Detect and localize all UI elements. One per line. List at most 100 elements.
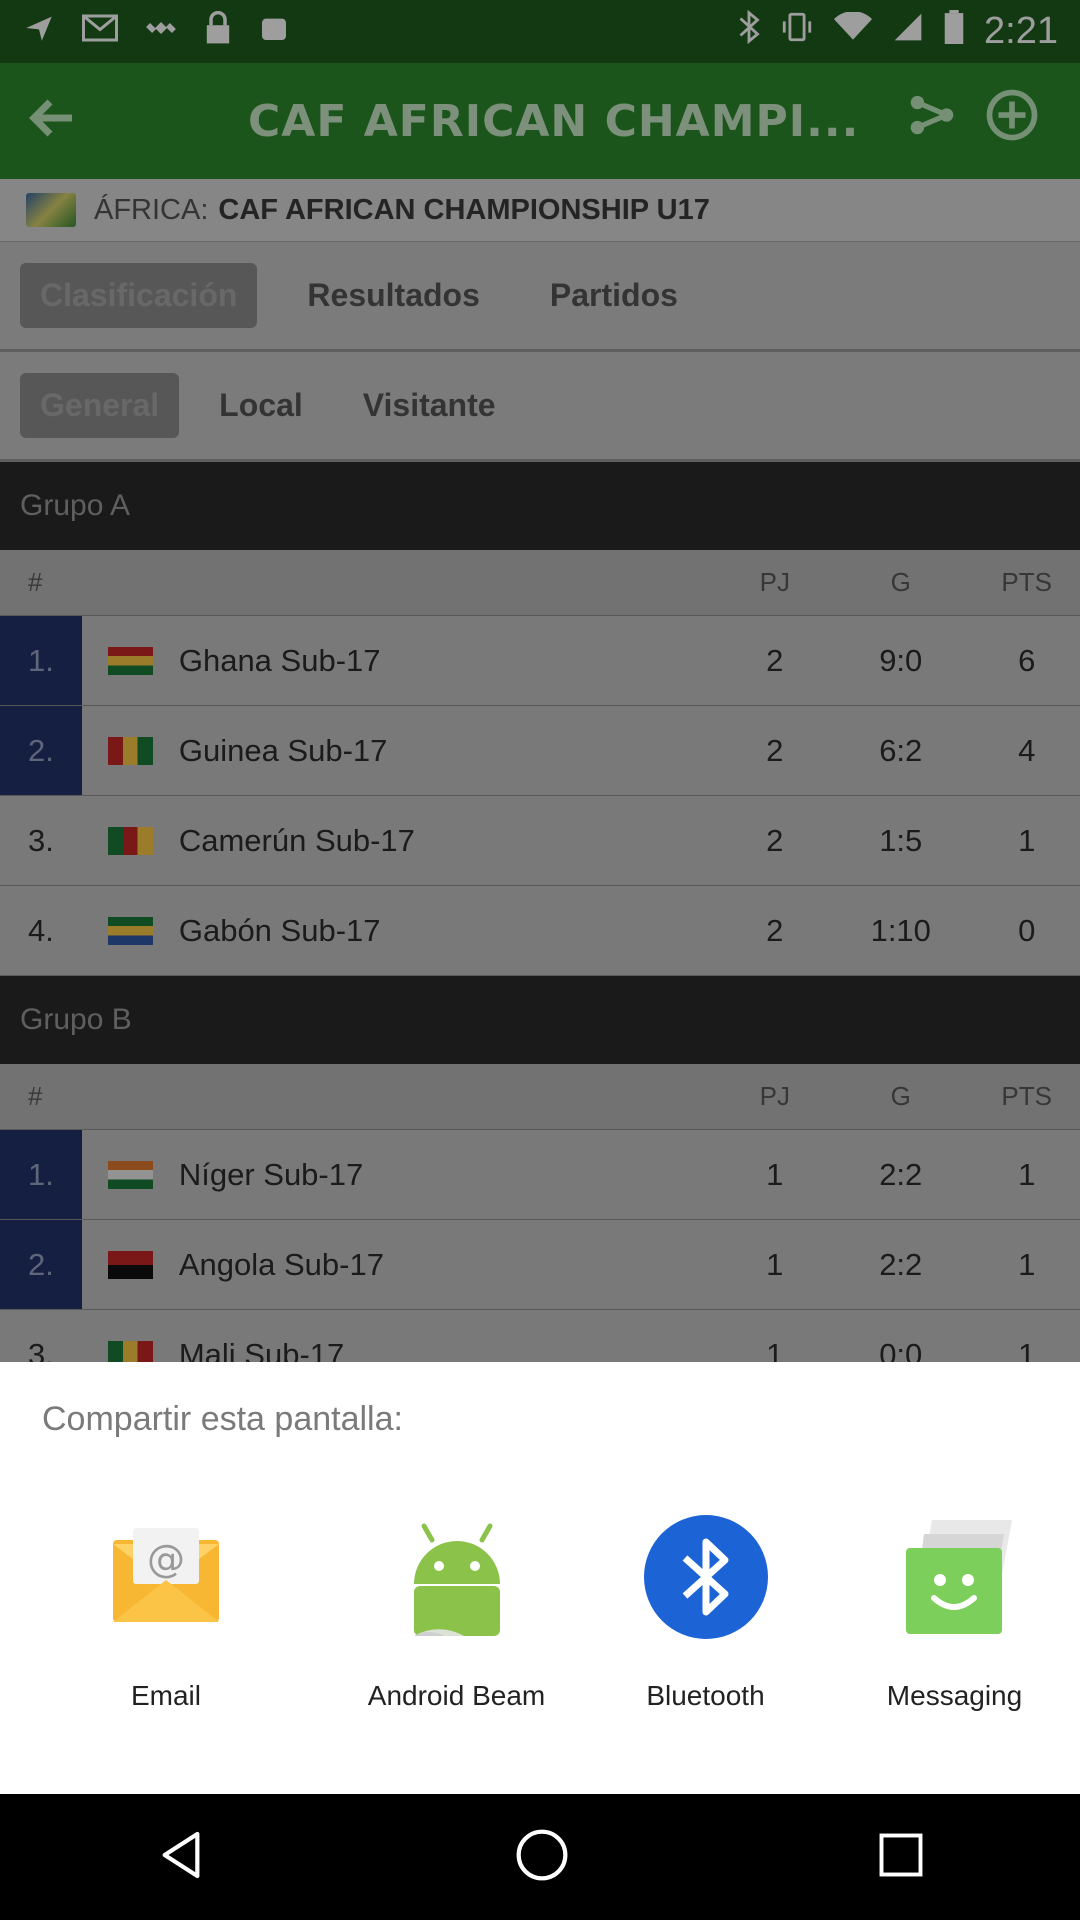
goals: 0:0 bbox=[879, 1336, 923, 1364]
home-nav-icon[interactable] bbox=[514, 1827, 570, 1888]
column-header: # PJ G PTS bbox=[0, 1064, 1080, 1130]
guinea-flag-icon bbox=[108, 736, 153, 765]
status-bar: 2:21 bbox=[0, 0, 1080, 63]
share-target-label: Messaging bbox=[886, 1680, 1023, 1711]
app-notification-icon bbox=[258, 12, 290, 52]
group-header: Grupo A bbox=[0, 462, 1080, 550]
g-header: G bbox=[890, 1081, 911, 1111]
table-row[interactable]: 1. Níger Sub-17 1 2:2 1 bbox=[0, 1130, 1080, 1220]
tab-general[interactable]: General bbox=[20, 373, 180, 438]
breadcrumb-region: ÁFRICA: bbox=[94, 193, 209, 226]
goals: 6:2 bbox=[879, 732, 923, 768]
pj-header: PJ bbox=[759, 567, 790, 597]
rank: 1. bbox=[0, 616, 83, 705]
table-row[interactable]: 1. Ghana Sub-17 2 9:0 6 bbox=[0, 616, 1080, 706]
group-header: Grupo B bbox=[0, 976, 1080, 1064]
email-icon: @ bbox=[103, 1514, 229, 1640]
rank: 2. bbox=[0, 1220, 83, 1309]
rank: 4. bbox=[28, 912, 54, 948]
table-row[interactable]: 2. Angola Sub-17 1 2:2 1 bbox=[0, 1220, 1080, 1310]
back-arrow-icon[interactable] bbox=[28, 91, 98, 151]
rank: 3. bbox=[28, 1336, 54, 1364]
tab-resultados[interactable]: Resultados bbox=[287, 263, 499, 328]
ghana-flag-icon bbox=[108, 646, 153, 675]
share-target-label: Android Beam bbox=[367, 1680, 546, 1711]
share-sheet: Compartir esta pantalla: @ Email Android… bbox=[0, 1362, 1080, 1794]
team-name: Guinea Sub-17 bbox=[178, 732, 388, 768]
recents-nav-icon[interactable] bbox=[875, 1829, 927, 1886]
svg-text:@: @ bbox=[147, 1537, 185, 1581]
angola-flag-icon bbox=[108, 1250, 153, 1279]
mali-flag-icon bbox=[108, 1340, 153, 1363]
goals: 2:2 bbox=[879, 1156, 923, 1192]
tab-local[interactable]: Local bbox=[199, 373, 323, 438]
team-name: Ghana Sub-17 bbox=[178, 642, 381, 678]
points: 1 bbox=[1018, 822, 1036, 858]
share-icon[interactable] bbox=[892, 90, 972, 152]
table-row[interactable]: 4. Gabón Sub-17 2 1:10 0 bbox=[0, 886, 1080, 976]
africa-flag-icon bbox=[26, 193, 76, 227]
mail-icon bbox=[82, 14, 118, 50]
breadcrumb-competition: CAF AFRICAN CHAMPIONSHIP U17 bbox=[218, 193, 710, 226]
bluetooth-icon bbox=[643, 1514, 769, 1640]
messaging-icon bbox=[892, 1514, 1018, 1640]
rank: 1. bbox=[0, 1130, 83, 1219]
android-beam-icon bbox=[394, 1514, 520, 1640]
team-name: Mali Sub-17 bbox=[178, 1336, 345, 1364]
navigation-bar bbox=[0, 1794, 1080, 1920]
rank-header: # bbox=[28, 1081, 43, 1111]
sub-tabs: General Local Visitante bbox=[0, 352, 1080, 462]
rank: 2. bbox=[0, 706, 83, 795]
clock: 2:21 bbox=[984, 10, 1058, 52]
points: 4 bbox=[1018, 732, 1036, 768]
share-target-email[interactable]: @ Email bbox=[0, 1514, 332, 1712]
navigation-arrow-icon bbox=[22, 11, 56, 53]
satellite-icon bbox=[144, 11, 178, 53]
goals: 1:5 bbox=[879, 822, 923, 858]
points: 1 bbox=[1018, 1156, 1036, 1192]
tab-clasificacion[interactable]: Clasificación bbox=[20, 263, 258, 328]
main-tabs: Clasificación Resultados Partidos bbox=[0, 242, 1080, 352]
gabon-flag-icon bbox=[108, 916, 153, 945]
points: 6 bbox=[1018, 642, 1036, 678]
table-row[interactable]: 2. Guinea Sub-17 2 6:2 4 bbox=[0, 706, 1080, 796]
lock-icon bbox=[204, 10, 232, 53]
share-targets: @ Email Android Beam Bluetooth Messaging bbox=[0, 1514, 1080, 1712]
share-target-android-beam[interactable]: Android Beam bbox=[332, 1514, 581, 1712]
pj: 1 bbox=[766, 1246, 784, 1282]
battery-icon bbox=[944, 10, 964, 53]
pj: 2 bbox=[766, 732, 784, 768]
pj-header: PJ bbox=[759, 1081, 790, 1111]
rank-header: # bbox=[28, 567, 43, 597]
add-circle-icon[interactable] bbox=[972, 88, 1052, 155]
pts-header: PTS bbox=[1001, 1081, 1052, 1111]
team-name: Camerún Sub-17 bbox=[178, 822, 415, 858]
share-target-messaging[interactable]: Messaging bbox=[830, 1514, 1079, 1712]
page-title: CAF AFRICAN CHAMPI... bbox=[248, 95, 860, 147]
share-target-label: Email bbox=[130, 1680, 201, 1711]
table-row[interactable]: 3. Camerún Sub-17 2 1:5 1 bbox=[0, 796, 1080, 886]
pj: 2 bbox=[766, 642, 784, 678]
breadcrumb: ÁFRICA: CAF AFRICAN CHAMPIONSHIP U17 bbox=[0, 179, 1080, 242]
team-name: Níger Sub-17 bbox=[178, 1156, 364, 1192]
goals: 9:0 bbox=[879, 642, 923, 678]
points: 1 bbox=[1018, 1336, 1036, 1364]
toolbar: CAF AFRICAN CHAMPI... bbox=[0, 63, 1080, 179]
share-target-bluetooth[interactable]: Bluetooth bbox=[581, 1514, 830, 1712]
app-content: CAF AFRICAN CHAMPI... ÁFRICA: CAF AFRICA… bbox=[0, 63, 1080, 1363]
back-nav-icon[interactable] bbox=[153, 1827, 209, 1888]
team-name: Angola Sub-17 bbox=[178, 1246, 384, 1282]
share-target-label: Bluetooth bbox=[646, 1680, 765, 1711]
signal-icon bbox=[892, 11, 924, 52]
niger-flag-icon bbox=[108, 1160, 153, 1189]
pj: 1 bbox=[766, 1336, 784, 1364]
team-name: Gabón Sub-17 bbox=[178, 912, 381, 948]
points: 0 bbox=[1018, 912, 1036, 948]
bluetooth-status-icon bbox=[738, 9, 760, 53]
table-row[interactable]: 3. Mali Sub-17 1 0:0 1 bbox=[0, 1310, 1080, 1363]
share-sheet-title: Compartir esta pantalla: bbox=[42, 1400, 403, 1438]
pj: 1 bbox=[766, 1156, 784, 1192]
tab-visitante[interactable]: Visitante bbox=[343, 373, 516, 438]
tab-partidos[interactable]: Partidos bbox=[530, 263, 698, 328]
points: 1 bbox=[1018, 1246, 1036, 1282]
